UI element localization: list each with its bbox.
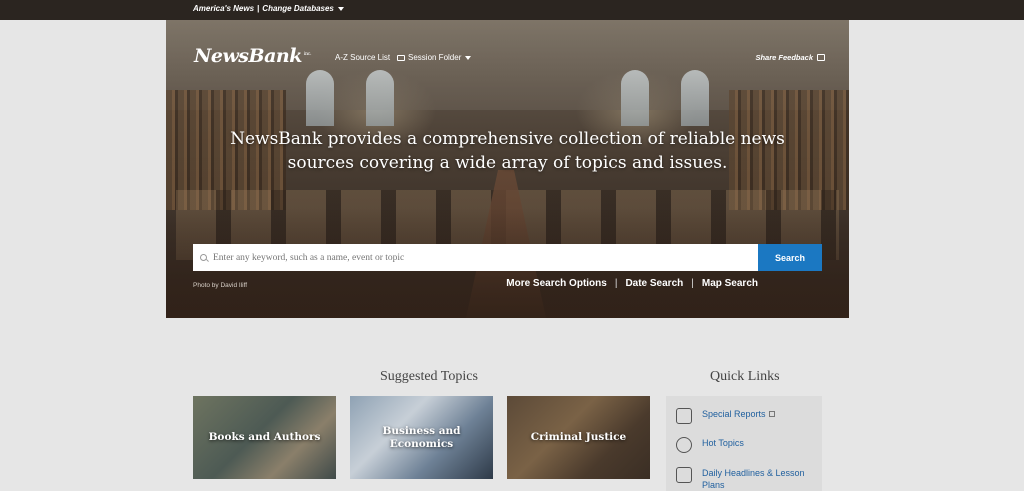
quick-link-label[interactable]: Hot Topics [702,437,812,449]
hero-headline: NewsBank provides a comprehensive collec… [230,129,785,173]
quick-link-hot-topics[interactable]: Hot Topics [676,437,812,453]
newspaper-icon [676,467,692,483]
topic-criminal-justice[interactable]: Criminal Justice [507,396,650,479]
link-separator: | [614,278,618,289]
folder-icon [397,54,405,61]
topic-business-and-economics[interactable]: Business and Economics [350,396,493,479]
hero-window [681,70,709,126]
quick-link-label[interactable]: Special Reports [702,409,766,419]
az-source-list-link[interactable]: A-Z Source List [335,53,390,62]
database-name[interactable]: America's News [193,4,254,13]
session-folder-menu[interactable]: Session Folder [397,53,472,62]
topbar-separator: | [257,4,260,14]
map-search-link[interactable]: Map Search [702,278,758,289]
external-link-icon [768,411,775,417]
hero-banner: NewsBank inc. A-Z Source List Session Fol… [166,20,849,318]
topic-label: Criminal Justice [530,431,627,443]
more-search-options-link[interactable]: More Search Options [506,278,607,289]
search-bar: Search [193,244,822,271]
database-switcher[interactable]: America's News | Change Databases [193,4,344,13]
globe-icon [676,437,692,453]
search-field[interactable] [193,244,758,271]
hero-window [621,70,649,126]
session-folder-label[interactable]: Session Folder [408,53,461,62]
quick-link-daily-headlines[interactable]: Daily Headlines & Lesson Plans [676,467,812,491]
chevron-down-icon[interactable] [337,6,344,11]
report-icon [676,408,692,424]
top-bar: America's News | Change Databases [0,0,1024,20]
logo-suffix: inc. [303,50,312,57]
search-icon [200,254,207,261]
date-search-link[interactable]: Date Search [625,278,683,289]
hero-window [366,70,394,126]
quick-links-title: Quick Links [710,369,780,384]
link-separator: | [691,278,694,289]
hero-window [306,70,334,126]
topic-label: Business and Economics [382,424,461,450]
newsbank-logo[interactable]: NewsBank inc. [194,45,312,67]
quick-links-panel: Special Reports Hot Topics Daily Headlin… [666,396,822,491]
suggested-topics-title: Suggested Topics [380,369,478,384]
topic-label: Books and Authors [208,431,321,443]
share-feedback-link[interactable]: Share Feedback [755,53,825,62]
search-input[interactable] [213,252,733,263]
feedback-icon [817,54,825,61]
quick-link-label[interactable]: Daily Headlines & Lesson Plans [702,467,812,491]
change-databases-link[interactable]: Change Databases [262,4,334,13]
chevron-down-icon[interactable] [465,55,472,60]
quick-link-special-reports[interactable]: Special Reports [676,408,812,424]
photo-credit: Photo by David Iliff [193,282,248,289]
advanced-search-links: More Search Options | Date Search | Map … [506,278,758,289]
share-feedback-label[interactable]: Share Feedback [755,53,813,62]
topic-books-and-authors[interactable]: Books and Authors [193,396,336,479]
logo-text[interactable]: NewsBank [194,45,302,67]
search-button[interactable]: Search [758,244,822,271]
